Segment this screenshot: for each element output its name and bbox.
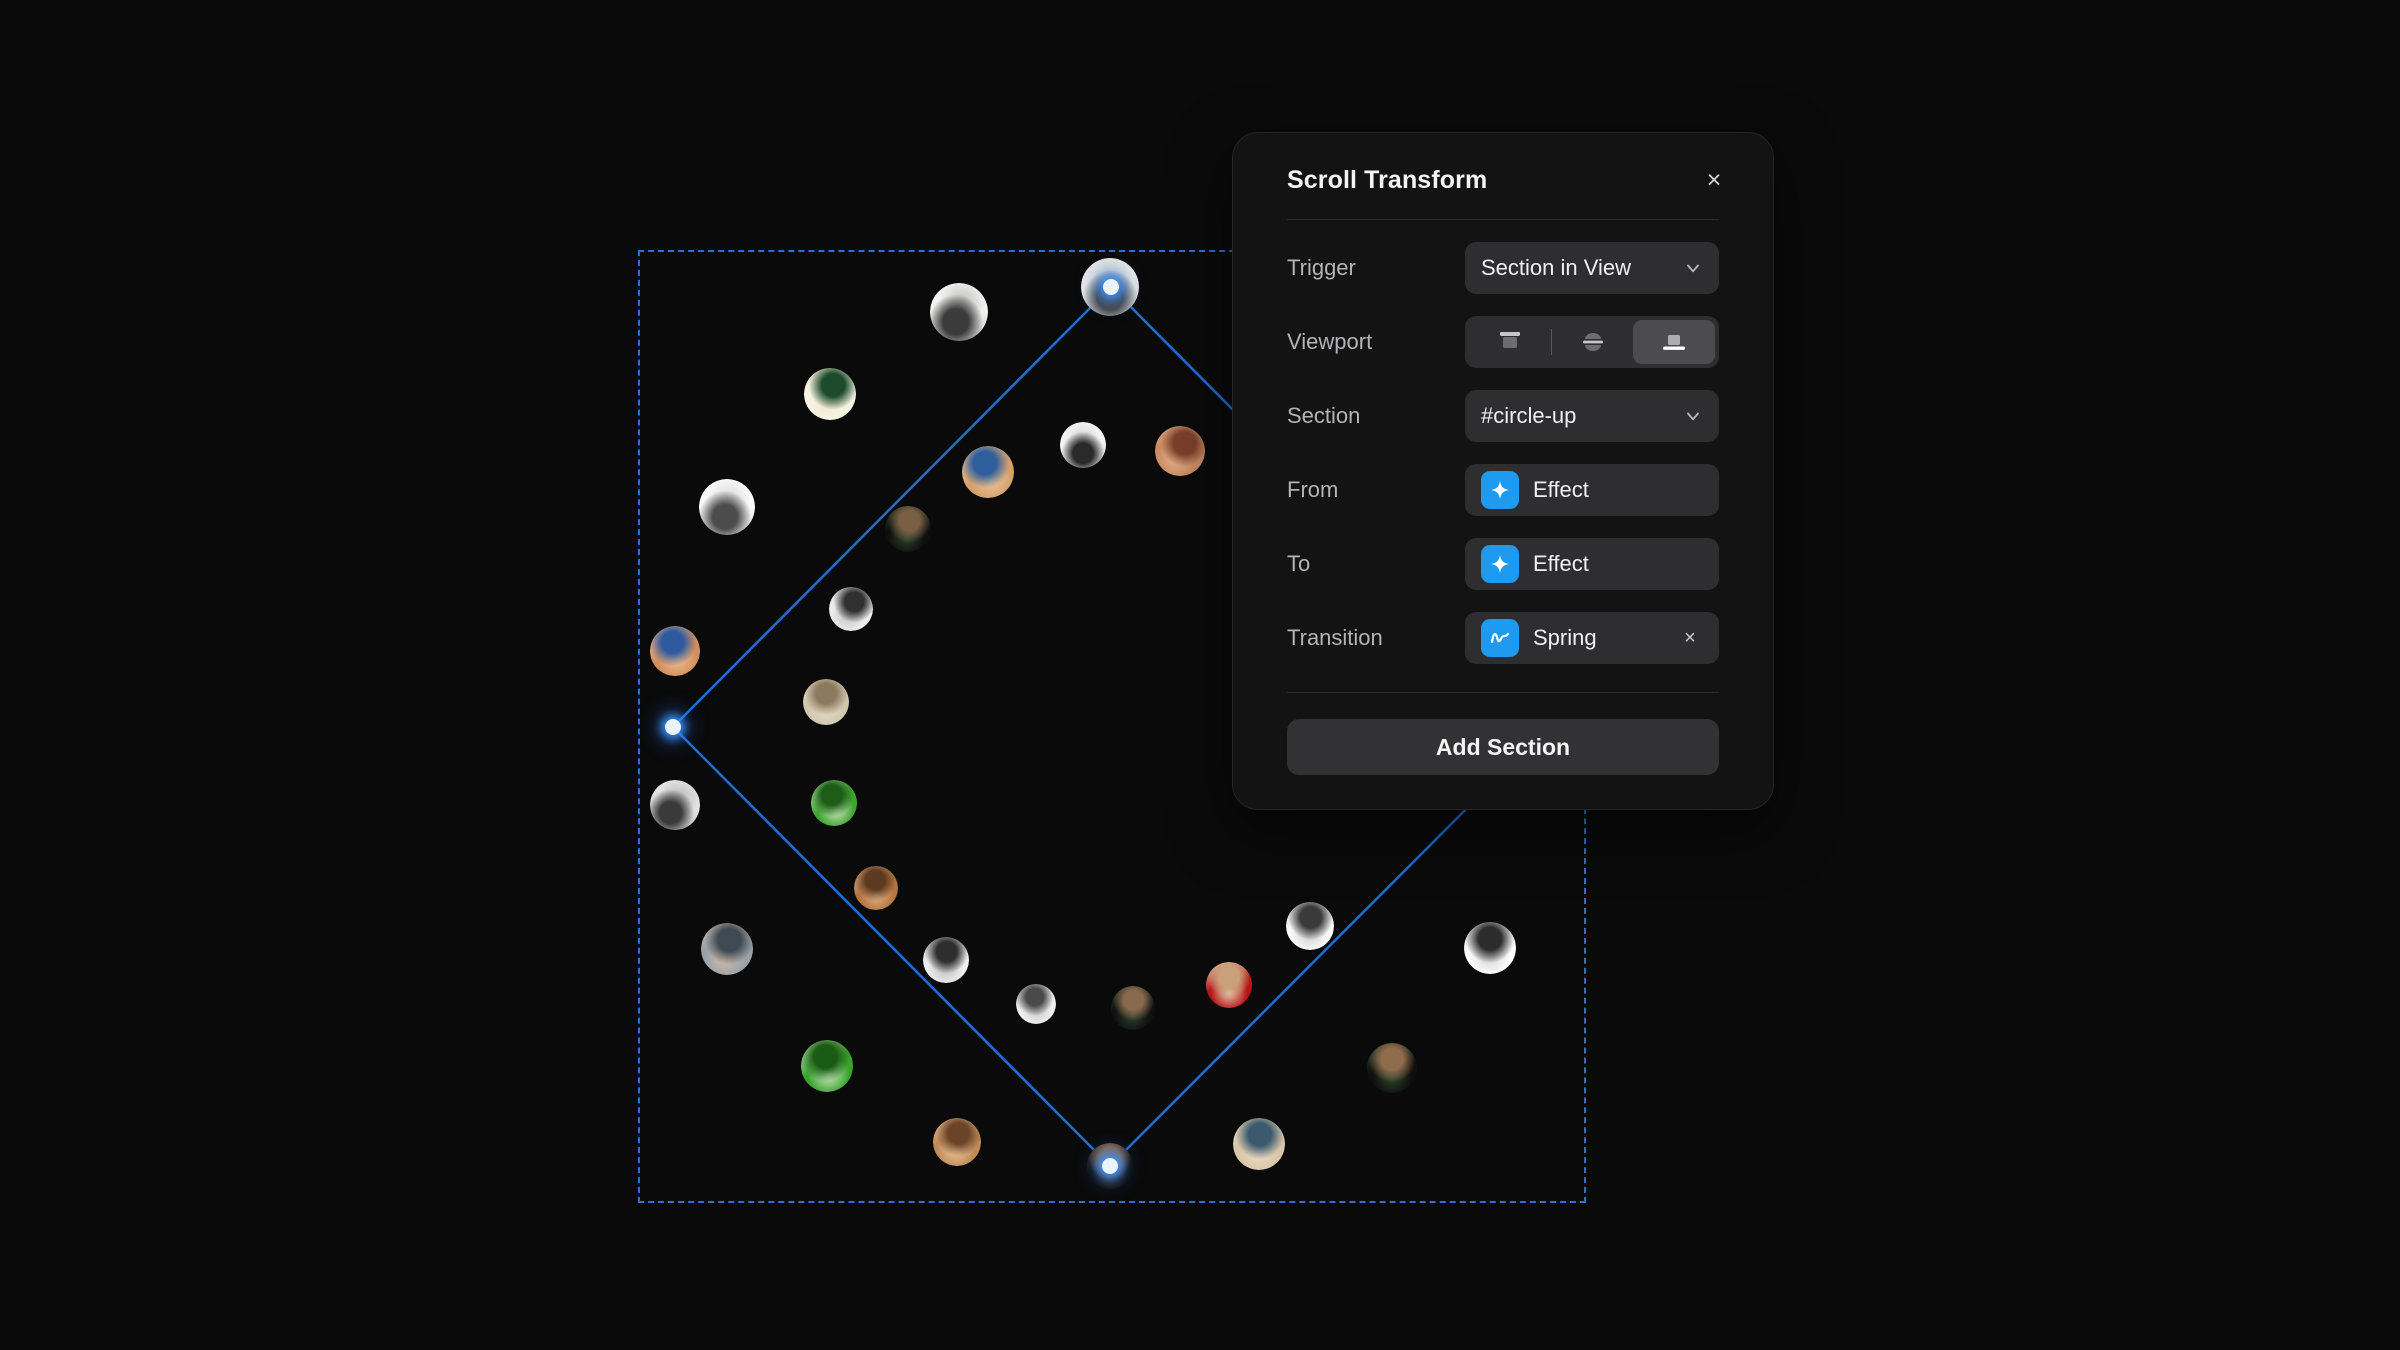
from-value: Effect [1533, 477, 1589, 502]
avatar-image [811, 780, 857, 826]
avatar[interactable] [962, 446, 1014, 498]
spring-curve-icon [1481, 619, 1519, 657]
field-row-section: Section #circle-up [1287, 390, 1719, 442]
avatar[interactable] [854, 866, 898, 910]
avatar-image [1367, 1043, 1417, 1093]
avatar[interactable] [650, 780, 700, 830]
sparkle-icon [1481, 545, 1519, 583]
avatar-image [1016, 984, 1056, 1024]
avatar[interactable] [885, 506, 931, 552]
field-row-from: From Effect [1287, 464, 1719, 516]
avatar-image [962, 446, 1014, 498]
viewport-segmented-control[interactable] [1465, 316, 1719, 368]
from-effect-chip[interactable]: Effect [1465, 464, 1719, 516]
avatar[interactable] [1111, 986, 1155, 1030]
chevron-down-icon [1687, 412, 1699, 421]
field-row-viewport: Viewport [1287, 316, 1719, 368]
design-canvas[interactable] [0, 0, 2400, 1350]
panel-fields: Trigger Section in View Viewport Section… [1233, 220, 1773, 664]
to-effect-chip[interactable]: Effect [1465, 538, 1719, 590]
avatar-image [1060, 422, 1106, 468]
panel-header: Scroll Transform × [1233, 133, 1773, 219]
avatar[interactable] [804, 368, 856, 420]
avatar-image [923, 937, 969, 983]
avatar-image [930, 283, 988, 341]
avatar[interactable] [829, 587, 873, 631]
avatar-image [829, 587, 873, 631]
avatar-image [1286, 902, 1334, 950]
laptop-icon [1663, 335, 1686, 350]
avatar[interactable] [650, 626, 700, 676]
viewport-label: Viewport [1287, 329, 1373, 354]
avatar[interactable] [933, 1118, 981, 1166]
trigger-value: Section in View [1481, 255, 1632, 280]
remove-transition-icon[interactable]: × [1677, 625, 1703, 651]
panel-footer: Add Section [1233, 692, 1773, 775]
add-section-button[interactable]: Add Section [1287, 719, 1719, 775]
avatar-image [650, 780, 700, 830]
transition-label: Transition [1287, 625, 1383, 650]
app-root: Scroll Transform × Trigger Section in Vi… [0, 0, 2400, 1350]
avatar[interactable] [1016, 984, 1056, 1024]
section-select[interactable]: #circle-up [1465, 390, 1719, 442]
avatar[interactable] [1060, 422, 1106, 468]
avatar[interactable] [1464, 922, 1516, 974]
trigger-select[interactable]: Section in View [1465, 242, 1719, 294]
sparkle-icon [1481, 471, 1519, 509]
avatar-image [1206, 962, 1252, 1008]
trigger-label: Trigger [1287, 255, 1356, 280]
avatar[interactable] [930, 283, 988, 341]
avatar[interactable] [801, 1040, 853, 1092]
avatar-image [1155, 426, 1205, 476]
viewport-option-desktop[interactable] [1469, 320, 1551, 364]
avatar-image [1233, 1118, 1285, 1170]
top-anchor[interactable] [1103, 279, 1119, 295]
transition-value: Spring [1533, 625, 1597, 650]
to-label: To [1287, 551, 1311, 576]
transition-chip[interactable]: Spring × [1465, 612, 1719, 664]
footer-divider [1287, 692, 1719, 693]
avatar-image [885, 506, 931, 552]
bottom-anchor[interactable] [1102, 1158, 1118, 1174]
avatar-image [804, 368, 856, 420]
avatar-image [803, 679, 849, 725]
chevron-down-icon [1687, 264, 1699, 273]
avatar[interactable] [1286, 902, 1334, 950]
avatar[interactable] [1155, 426, 1205, 476]
avatar[interactable] [811, 780, 857, 826]
avatar-image [1464, 922, 1516, 974]
avatar-image [801, 1040, 853, 1092]
to-value: Effect [1533, 551, 1589, 576]
avatar[interactable] [923, 937, 969, 983]
avatar-image [854, 866, 898, 910]
close-icon[interactable]: × [1697, 163, 1731, 197]
avatar-image [1111, 986, 1155, 1030]
avatar-image [699, 479, 755, 535]
avatar[interactable] [699, 479, 755, 535]
field-row-trigger: Trigger Section in View [1287, 242, 1719, 294]
avatar-image [701, 923, 753, 975]
field-row-transition: Transition Spring × [1287, 612, 1719, 664]
diamond-path-overlay [671, 285, 1550, 1168]
section-label: Section [1287, 403, 1361, 428]
avatar-image [650, 626, 700, 676]
section-value: #circle-up [1481, 403, 1577, 428]
avatar[interactable] [1233, 1118, 1285, 1170]
avatar-image [933, 1118, 981, 1166]
scroll-transform-panel: Scroll Transform × Trigger Section in Vi… [1232, 132, 1774, 810]
avatar[interactable] [1206, 962, 1252, 1008]
avatar[interactable] [701, 923, 753, 975]
avatar[interactable] [1367, 1043, 1417, 1093]
from-label: From [1287, 477, 1339, 502]
tablet-icon [1582, 333, 1603, 351]
panel-title: Scroll Transform [1287, 165, 1488, 194]
desktop-icon [1499, 332, 1520, 348]
field-row-to: To Effect [1287, 538, 1719, 590]
viewport-option-tablet[interactable] [1552, 320, 1634, 364]
left-anchor[interactable] [665, 719, 681, 735]
viewport-option-laptop[interactable] [1633, 320, 1716, 364]
avatar[interactable] [803, 679, 849, 725]
